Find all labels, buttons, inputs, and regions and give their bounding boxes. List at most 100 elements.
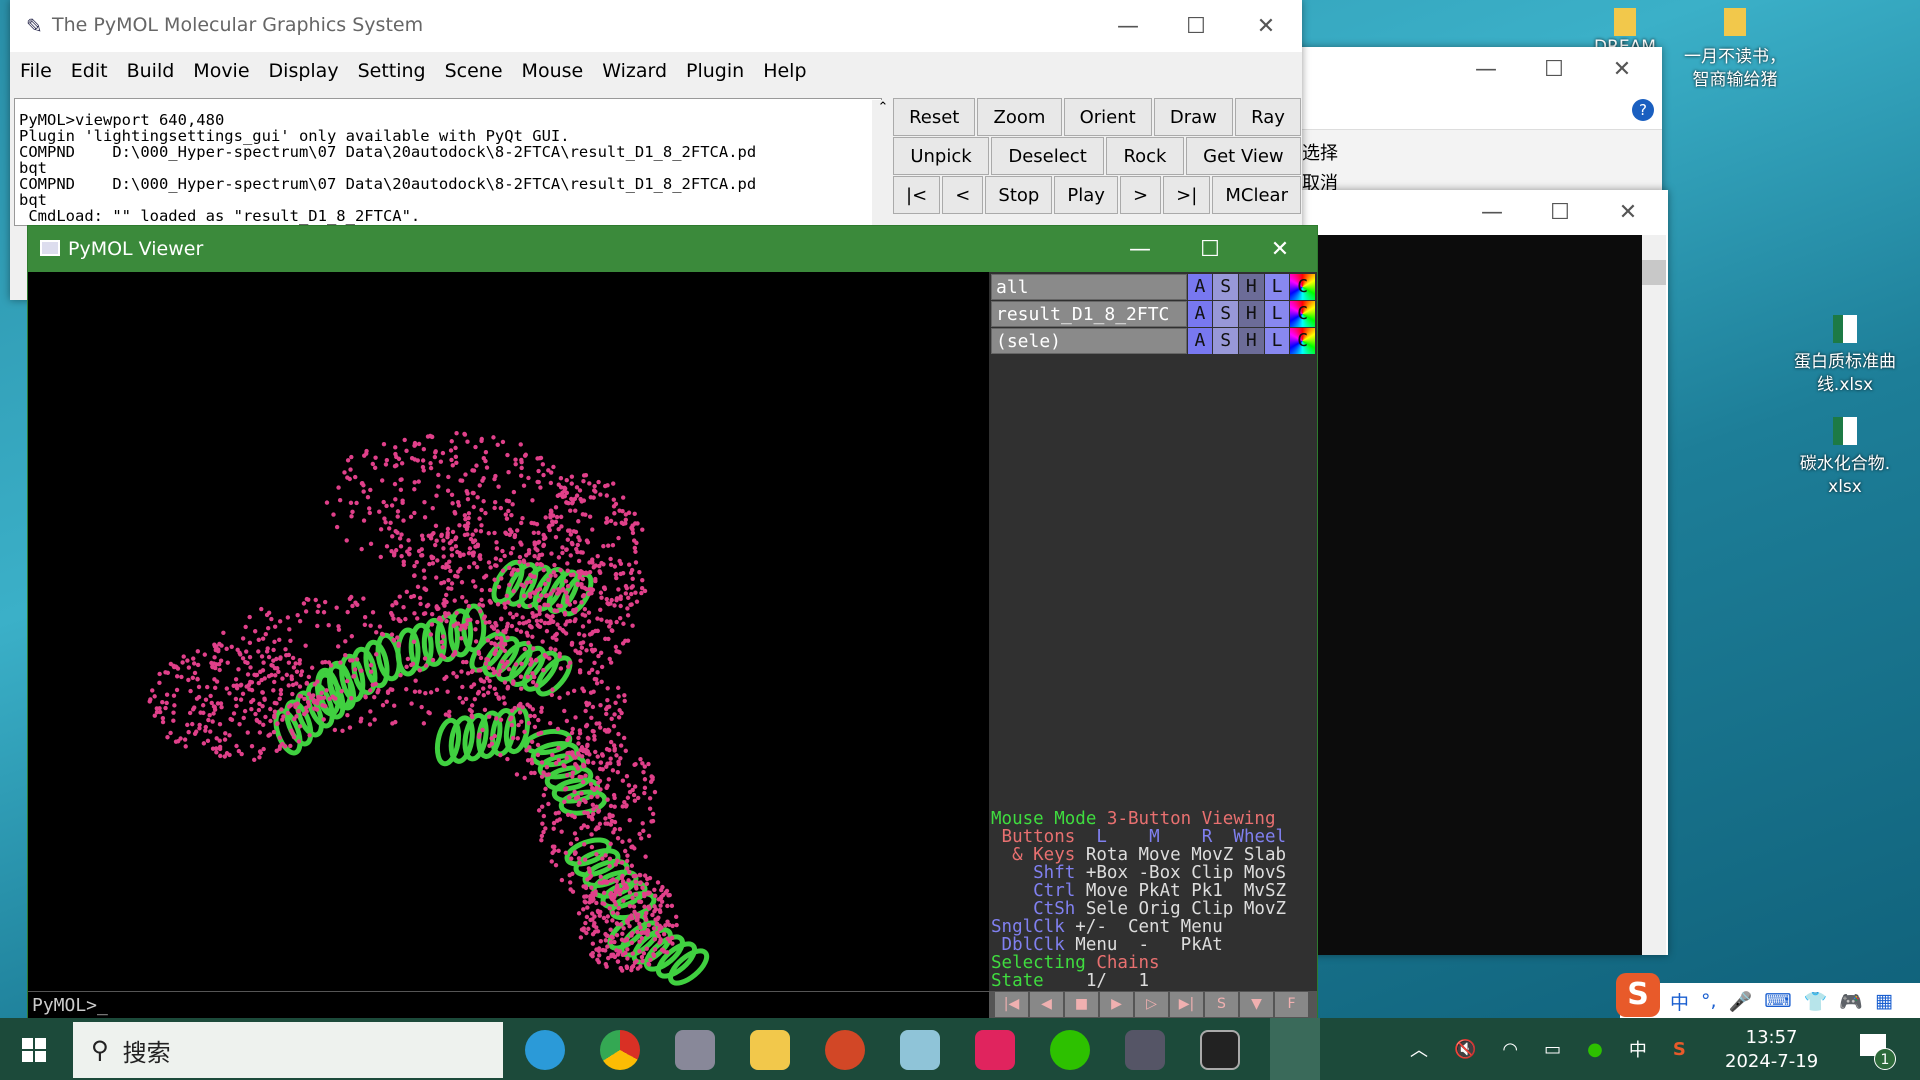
pymol-viewer-window[interactable]: PyMOL Viewer — ☐ ✕ all A S H L Cresult_D1_8_2… [27, 225, 1318, 1018]
desktop-icon-protein-xlsx[interactable]: 蛋白质标准曲 线.xlsx [1780, 315, 1910, 397]
ime-chinese[interactable]: 中 [1670, 988, 1689, 1015]
action-menu-button[interactable]: A [1187, 328, 1213, 354]
menu-help[interactable]: Help [763, 60, 806, 82]
scene-button[interactable]: S [1205, 992, 1238, 1017]
label-menu-button[interactable]: L [1264, 328, 1290, 354]
terminal-icon[interactable] [1200, 1030, 1240, 1070]
menu-display[interactable]: Display [269, 60, 339, 82]
fullscreen-button[interactable]: F [1275, 992, 1308, 1017]
unpick-button[interactable]: Unpick [893, 137, 990, 175]
label-menu-button[interactable]: L [1264, 274, 1290, 300]
scrollbar[interactable] [1642, 235, 1666, 955]
battery-icon[interactable]: ▭ [1544, 1039, 1561, 1060]
menu-plugin[interactable]: Plugin [686, 60, 744, 82]
game-icon[interactable]: 🎮 [1839, 990, 1863, 1013]
ime-punct[interactable]: °, [1701, 990, 1717, 1012]
search-box[interactable]: ⚲ 搜索 [73, 1022, 503, 1078]
dropdown-icon[interactable]: ▼ [1240, 992, 1273, 1017]
label-menu-button[interactable]: L [1264, 301, 1290, 327]
select-label[interactable]: 选择 [1302, 139, 1338, 165]
volume-muted-icon[interactable]: 🔇 [1454, 1039, 1476, 1060]
object-name[interactable]: result_D1_8_2FTC [991, 301, 1187, 327]
deselect-button[interactable]: Deselect [991, 137, 1105, 175]
mic-icon[interactable]: 🎤 [1729, 990, 1753, 1013]
menu-movie[interactable]: Movie [193, 60, 249, 82]
output-console[interactable]: PyMOL>viewport 640,480 Plugin 'lightingse… [14, 98, 882, 226]
help-icon[interactable]: ? [1632, 99, 1654, 121]
action-menu-button[interactable]: A [1187, 274, 1213, 300]
show-menu-button[interactable]: S [1213, 274, 1238, 300]
wechat-icon[interactable] [1050, 1030, 1090, 1070]
hide-menu-button[interactable]: H [1238, 301, 1264, 327]
console-scrollbar[interactable]: ⌃ [872, 100, 894, 226]
stop-icon[interactable]: ■ [1065, 992, 1098, 1017]
minimize-button[interactable]: — [1456, 47, 1516, 91]
pymol-taskbar-icon[interactable] [675, 1030, 715, 1070]
next-frame-button[interactable]: > [1119, 176, 1162, 214]
wifi-icon[interactable]: ◠ [1502, 1039, 1518, 1060]
background-terminal-window[interactable]: — ☐ ✕ [1260, 190, 1668, 955]
prev-frame-button[interactable]: < [942, 176, 984, 214]
orient-button[interactable]: Orient [1063, 98, 1152, 136]
object-row[interactable]: all A S H L C [991, 274, 1316, 300]
rock-button[interactable]: Rock [1106, 137, 1184, 175]
object-row[interactable]: (sele) A S H L C [991, 328, 1316, 354]
object-row[interactable]: result_D1_8_2FTC A S H L C [991, 301, 1316, 327]
desktop-icon-folder[interactable]: 一月不读书， 智商输给猪 [1670, 8, 1800, 92]
powerpoint-icon[interactable] [825, 1030, 865, 1070]
sogou-tray-icon[interactable]: S [1673, 1039, 1686, 1060]
clock[interactable]: 13:57 2024-7-19 [1725, 1026, 1818, 1074]
show-menu-button[interactable]: S [1213, 328, 1238, 354]
last-frame-button[interactable]: >| [1163, 176, 1211, 214]
menu-setting[interactable]: Setting [358, 60, 426, 82]
ime-indicator[interactable]: 中 [1629, 1036, 1647, 1062]
next-frame-icon[interactable]: ▷ [1135, 992, 1168, 1017]
close-button[interactable]: ✕ [1592, 47, 1652, 91]
scroll-up-icon[interactable]: ⌃ [872, 100, 894, 115]
prev-frame-icon[interactable]: ◀ [1030, 992, 1063, 1017]
hide-menu-button[interactable]: H [1238, 274, 1264, 300]
maximize-button[interactable]: ☐ [1530, 190, 1590, 234]
menu-edit[interactable]: Edit [71, 60, 108, 82]
3d-viewport[interactable] [28, 272, 989, 991]
reset-button[interactable]: Reset [893, 98, 976, 136]
app-icon[interactable] [900, 1030, 940, 1070]
menu-scene[interactable]: Scene [445, 60, 503, 82]
stop-button[interactable]: Stop [985, 176, 1053, 214]
maximize-button[interactable]: ☐ [1524, 47, 1584, 91]
active-window-icon[interactable] [1270, 1018, 1320, 1080]
color-menu-button[interactable]: C [1290, 301, 1316, 327]
edge-icon[interactable] [525, 1030, 565, 1070]
zoom-button[interactable]: Zoom [977, 98, 1062, 136]
show-menu-button[interactable]: S [1213, 301, 1238, 327]
file-explorer-icon[interactable] [750, 1030, 790, 1070]
apps-icon[interactable]: ▦ [1875, 990, 1893, 1012]
menu-file[interactable]: File [20, 60, 52, 82]
skin-icon[interactable]: 👕 [1804, 990, 1828, 1013]
object-name[interactable]: all [991, 274, 1187, 300]
close-button[interactable]: ✕ [1598, 190, 1658, 234]
pymol-viewer-taskbar-icon[interactable] [1125, 1030, 1165, 1070]
command-input[interactable]: PyMOL>_ [28, 991, 989, 1018]
start-button[interactable] [22, 1038, 46, 1062]
close-button[interactable]: ✕ [1236, 0, 1296, 52]
minimize-button[interactable]: — [1462, 190, 1522, 234]
first-frame-button[interactable]: |< [893, 176, 941, 214]
hide-menu-button[interactable]: H [1238, 328, 1264, 354]
play-button[interactable]: Play [1054, 176, 1118, 214]
show-hidden-icons[interactable]: ︿ [1410, 1036, 1428, 1062]
maximize-button[interactable]: ☐ [1166, 0, 1226, 52]
minimize-button[interactable]: — [1098, 0, 1158, 52]
play-icon[interactable]: ▶ [1100, 992, 1133, 1017]
mclear-button[interactable]: MClear [1212, 176, 1302, 214]
menu-wizard[interactable]: Wizard [602, 60, 667, 82]
wechat-tray-icon[interactable]: ● [1587, 1039, 1603, 1060]
get-view-button[interactable]: Get View [1185, 137, 1302, 175]
action-menu-button[interactable]: A [1187, 301, 1213, 327]
minimize-button[interactable]: — [1110, 226, 1170, 272]
desktop-icon-carb-xlsx[interactable]: 碳水化合物. xlsx [1780, 417, 1910, 499]
keyboard-icon[interactable]: ⌨ [1764, 990, 1791, 1012]
draw-button[interactable]: Draw [1153, 98, 1233, 136]
chrome-icon[interactable] [600, 1030, 640, 1070]
ime-toolbar[interactable]: S 中 °, 🎤 ⌨ 👕 🎮 ▦ [1616, 973, 1920, 1019]
